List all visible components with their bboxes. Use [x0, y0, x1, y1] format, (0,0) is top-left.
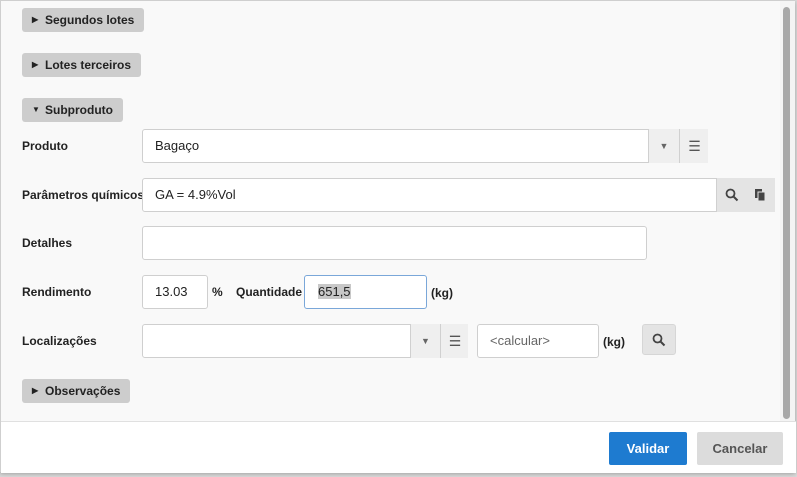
triangle-right-icon: ▶: [32, 386, 39, 395]
rendimento-value: 13.03: [155, 284, 188, 299]
copy-icon[interactable]: [754, 188, 767, 202]
scrollbar[interactable]: [780, 1, 795, 421]
quantidade-unit: (kg): [431, 286, 453, 300]
produto-value: Bagaço: [155, 138, 200, 153]
localizacoes-select[interactable]: ▼ ☰: [142, 324, 468, 358]
chevron-down-icon[interactable]: ▼: [411, 324, 440, 358]
calcular-field[interactable]: [477, 324, 599, 358]
section-lotes-terceiros[interactable]: ▶ Lotes terceiros: [22, 53, 142, 77]
produto-select[interactable]: Bagaço ▼ ☰: [142, 129, 708, 163]
scrollbar-thumb[interactable]: [783, 7, 790, 419]
search-icon: [652, 333, 666, 346]
localizacoes-actions: ▼ ☰: [410, 324, 468, 358]
localizacoes-label: Localizações: [22, 334, 97, 348]
rendimento-label: Rendimento: [22, 285, 92, 299]
dialog-footer: Validar Cancelar: [1, 421, 796, 473]
list-icon[interactable]: ☰: [680, 130, 709, 162]
parametros-field[interactable]: GA = 4.9%Vol: [142, 178, 775, 212]
dialog: ▶ Segundos lotes ▶ Lotes terceiros ▼ Subpro…: [0, 0, 796, 473]
cancelar-button[interactable]: Cancelar: [697, 432, 783, 465]
section-segundos-lotes[interactable]: ▶ Segundos lotes: [22, 8, 145, 32]
chevron-down-icon[interactable]: ▼: [649, 130, 679, 162]
search-icon[interactable]: [725, 188, 739, 202]
detalhes-field[interactable]: [142, 226, 647, 260]
parametros-value: GA = 4.9%Vol: [155, 187, 236, 202]
quantidade-label: Quantidade: [236, 285, 303, 299]
calcular-input[interactable]: [490, 325, 586, 356]
section-label: Segundos lotes: [45, 13, 135, 27]
section-label: Observações: [45, 384, 121, 398]
triangle-right-icon: ▶: [32, 60, 39, 69]
section-observacoes[interactable]: ▶ Observações: [22, 379, 131, 403]
produto-actions: ▼ ☰: [648, 129, 708, 163]
detalhes-label: Detalhes: [22, 236, 73, 250]
section-label: Lotes terceiros: [45, 58, 132, 72]
quantidade-field[interactable]: 651,5: [304, 275, 427, 309]
triangle-down-icon: ▼: [32, 105, 40, 114]
triangle-right-icon: ▶: [32, 15, 39, 24]
section-label: Subproduto: [45, 103, 113, 117]
produto-label: Produto: [22, 139, 68, 153]
dialog-content: ▶ Segundos lotes ▶ Lotes terceiros ▼ Subpro…: [1, 1, 780, 421]
rendimento-unit: %: [212, 285, 223, 299]
calcular-unit: (kg): [603, 335, 625, 349]
rendimento-field[interactable]: 13.03: [142, 275, 208, 309]
section-subproduto[interactable]: ▼ Subproduto: [22, 98, 123, 122]
parametros-label: Parâmetros químicos: [22, 188, 145, 202]
list-icon[interactable]: ☰: [441, 324, 469, 358]
quantidade-value: 651,5: [318, 284, 351, 299]
parametros-actions: [716, 178, 775, 212]
search-button[interactable]: [642, 324, 676, 355]
validar-button[interactable]: Validar: [609, 432, 687, 465]
